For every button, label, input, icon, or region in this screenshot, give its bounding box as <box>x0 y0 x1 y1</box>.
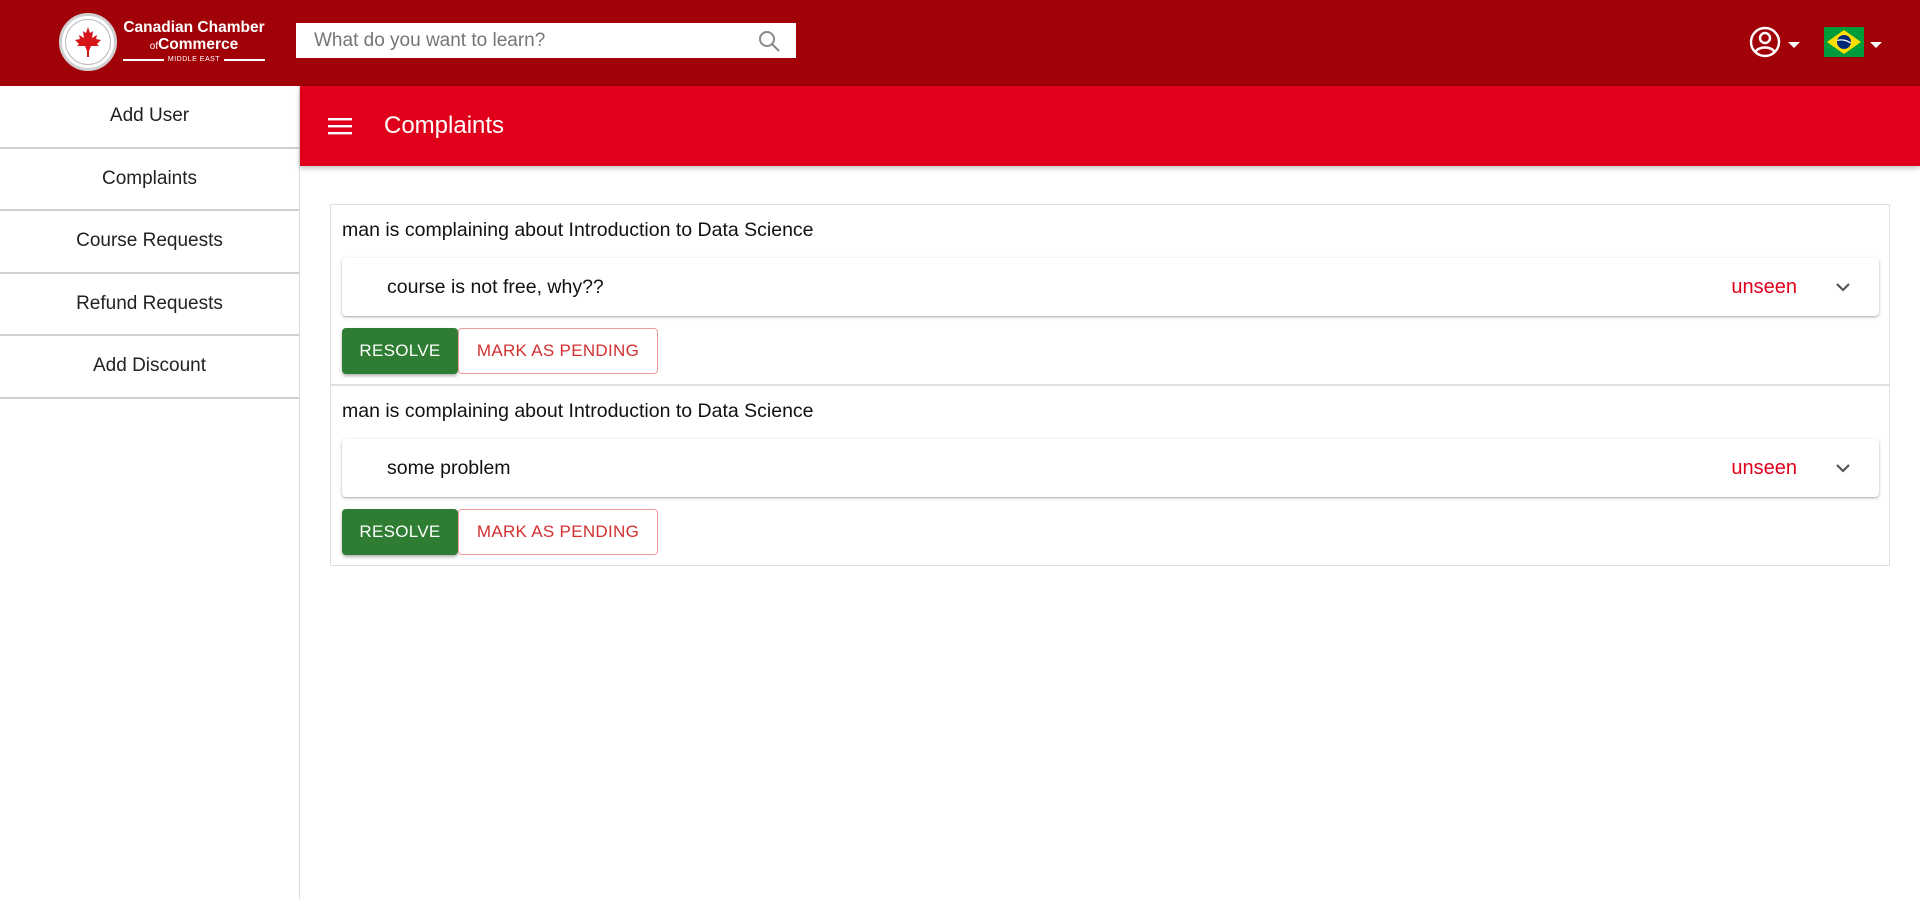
sidebar-item-label: Add Discount <box>92 355 206 377</box>
logo-of: of <box>149 41 159 52</box>
sidebar-item-label: Add User <box>109 105 190 127</box>
status-badge: unseen <box>1731 456 1797 479</box>
mark-as-pending-button[interactable]: MARK AS PENDING <box>458 328 658 374</box>
search-icon[interactable] <box>756 28 782 54</box>
app-bar: Complaints <box>300 86 1920 166</box>
complaint-message: some problem <box>387 456 511 479</box>
logo-text: Canadian Chamber ofCommerce MIDDLE EAST <box>123 19 265 65</box>
user-menu-button[interactable] <box>1748 25 1800 64</box>
sidebar-item-label: Complaints <box>101 167 198 189</box>
sidebar-item-add-discount[interactable]: Add Discount <box>0 336 299 399</box>
sidebar-item-complaints[interactable]: Complaints <box>0 149 299 211</box>
search-bar <box>296 23 796 58</box>
expand-more-icon[interactable] <box>1831 456 1855 480</box>
sidebar-item-label: Refund Requests <box>76 292 223 314</box>
complaint-card: man is complaining about Introduction to… <box>330 204 1890 385</box>
logo-middle-east: MIDDLE EAST <box>167 56 221 63</box>
chevron-down-icon <box>1870 41 1882 48</box>
complaint-title: man is complaining about Introduction to… <box>342 219 814 241</box>
account-circle-icon <box>1748 25 1782 64</box>
cancham-logo[interactable]: Canadian Chamber ofCommerce MIDDLE EAST <box>59 13 265 71</box>
maple-leaf-seal-icon <box>59 13 117 71</box>
complaint-card: man is complaining about Introduction to… <box>330 385 1890 566</box>
sidebar-item-add-user[interactable]: Add User <box>0 86 299 149</box>
sidebar: Add User Complaints Course Requests Refu… <box>0 86 300 899</box>
top-header: Canadian Chamber ofCommerce MIDDLE EAST <box>0 0 1920 86</box>
hamburger-menu-icon[interactable] <box>326 112 354 140</box>
complaint-actions: RESOLVE MARK AS PENDING <box>342 509 1879 555</box>
sidebar-item-label: Course Requests <box>76 230 223 252</box>
mark-as-pending-button[interactable]: MARK AS PENDING <box>458 509 658 555</box>
expand-more-icon[interactable] <box>1831 275 1855 299</box>
language-menu-button[interactable] <box>1824 27 1882 62</box>
resolve-button[interactable]: RESOLVE <box>342 509 458 555</box>
complaint-accordion[interactable]: course is not free, why?? unseen <box>342 258 1879 316</box>
complaint-message: course is not free, why?? <box>387 275 604 298</box>
chevron-down-icon <box>1788 41 1800 48</box>
sidebar-item-refund-requests[interactable]: Refund Requests <box>0 274 299 336</box>
logo-line-2: ofCommerce <box>123 37 265 55</box>
complaint-accordion[interactable]: some problem unseen <box>342 439 1879 497</box>
logo-line-1: Canadian Chamber <box>123 19 265 36</box>
brazil-flag-icon <box>1824 27 1864 62</box>
complaint-actions: RESOLVE MARK AS PENDING <box>342 328 1879 374</box>
search-input[interactable] <box>314 29 756 52</box>
logo-line-3: MIDDLE EAST <box>123 55 265 65</box>
resolve-button[interactable]: RESOLVE <box>342 328 458 374</box>
complaints-list: man is complaining about Introduction to… <box>330 204 1890 566</box>
status-badge: unseen <box>1731 275 1797 298</box>
logo-commerce: Commerce <box>158 36 239 53</box>
sidebar-item-course-requests[interactable]: Course Requests <box>0 211 299 274</box>
complaint-title: man is complaining about Introduction to… <box>342 400 814 422</box>
page-title: Complaints <box>384 112 505 139</box>
